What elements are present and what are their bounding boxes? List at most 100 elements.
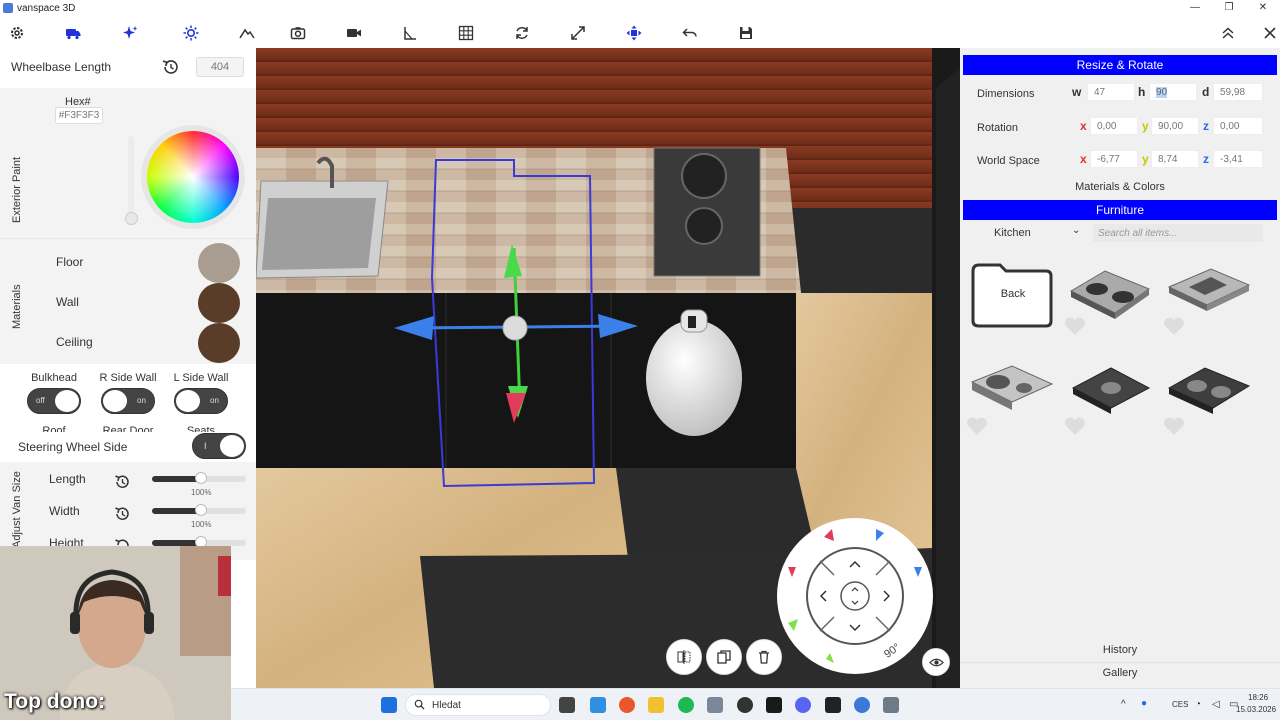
taskbar-search[interactable]: Hledat (405, 694, 551, 716)
gear-icon[interactable] (7, 23, 27, 43)
sun-icon[interactable] (181, 23, 201, 43)
sparkle-icon[interactable] (120, 23, 140, 43)
width-slider-knob[interactable] (194, 504, 207, 516)
exterior-paint-label: Exterior Paint (11, 156, 23, 223)
dim-w-input[interactable]: 47 (1087, 83, 1135, 101)
start-windows-icon[interactable] (381, 697, 397, 713)
rotation-label: Rotation (977, 122, 1018, 134)
mirror-button[interactable] (666, 639, 702, 675)
material-ceiling-row[interactable]: Ceiling (32, 323, 252, 363)
minimize-button[interactable]: — (1178, 0, 1212, 16)
davinci-icon[interactable] (737, 697, 753, 713)
rot-y-input[interactable]: 90,00 (1151, 117, 1199, 135)
3d-viewport[interactable]: 90° (256, 48, 960, 688)
world-x-input[interactable]: -6,77 (1090, 150, 1138, 168)
favorite-heart-icon[interactable] (1064, 316, 1086, 336)
tray-overflow-icon[interactable]: ^ (1121, 699, 1126, 710)
file-explorer-icon[interactable] (648, 697, 664, 713)
volume-icon[interactable]: ◁ (1212, 699, 1220, 710)
window-close-button[interactable]: ✕ (1246, 0, 1280, 16)
trash-icon (759, 650, 769, 664)
l-side-wall-toggle[interactable]: on (174, 388, 228, 414)
width-slider[interactable] (152, 504, 246, 516)
language-indicator[interactable]: CES (1172, 700, 1188, 709)
close-icon[interactable] (1260, 23, 1280, 43)
resize-rotate-header[interactable]: Resize & Rotate (963, 55, 1277, 75)
world-y-input[interactable]: 8,74 (1151, 150, 1199, 168)
van-icon[interactable] (63, 23, 83, 43)
grid-icon[interactable] (456, 23, 476, 43)
maximize-button[interactable]: ❐ (1212, 0, 1246, 16)
snipping-tool-icon[interactable] (590, 697, 606, 713)
material-ceiling-swatch[interactable] (198, 323, 240, 363)
width-reset-icon[interactable] (113, 505, 131, 526)
steering-wheel-toggle[interactable]: I (192, 433, 246, 459)
duplicate-button[interactable] (706, 639, 742, 675)
clock-date[interactable]: 15.03.2026 (1236, 705, 1276, 714)
app-icon[interactable] (883, 697, 899, 713)
favorite-heart-icon[interactable] (966, 416, 988, 436)
rot-x-input[interactable]: 0,00 (1090, 117, 1138, 135)
length-slider[interactable] (152, 472, 246, 484)
browser-icon[interactable] (854, 697, 870, 713)
brightness-slider-knob[interactable] (125, 212, 138, 225)
color-wheel[interactable] (147, 131, 239, 223)
history-link[interactable]: History (960, 644, 1280, 656)
visibility-button[interactable] (922, 648, 950, 676)
discord-icon[interactable] (795, 697, 811, 713)
collapse-up-icon[interactable] (1218, 23, 1238, 43)
microphone-icon[interactable]: ● (1141, 698, 1147, 709)
camera-icon[interactable] (288, 23, 308, 43)
wheelbase-input[interactable]: 404 (196, 57, 244, 77)
move-icon[interactable] (624, 23, 644, 43)
rot-z-input[interactable]: 0,00 (1213, 117, 1263, 135)
spotify-icon[interactable] (678, 697, 694, 713)
transform-pad[interactable]: 90° (774, 515, 936, 677)
favorite-heart-icon[interactable] (1163, 316, 1185, 336)
category-selected: Kitchen (994, 227, 1031, 239)
dimensions-label: Dimensions (977, 88, 1035, 100)
video-icon[interactable] (344, 23, 364, 43)
material-floor-swatch[interactable] (198, 243, 240, 283)
brightness-slider[interactable] (128, 136, 134, 216)
search-icon (414, 699, 425, 713)
material-wall-swatch[interactable] (198, 283, 240, 323)
length-slider-knob[interactable] (194, 472, 207, 484)
calculator-icon[interactable] (707, 697, 723, 713)
furniture-search-input[interactable]: Search all items... (1093, 224, 1263, 242)
bulkhead-toggle[interactable]: off (27, 388, 81, 414)
length-label: Length (49, 472, 86, 486)
dim-h-input[interactable]: 90 (1149, 83, 1197, 101)
rotate-icon[interactable] (512, 23, 532, 43)
dim-h-selected-text: 90 (1156, 86, 1168, 98)
steering-wheel-row: Steering Wheel Side I (0, 432, 256, 464)
dim-d-input[interactable]: 59,98 (1213, 83, 1263, 101)
favorite-heart-icon[interactable] (1163, 416, 1185, 436)
material-wall-row[interactable]: Wall (32, 283, 252, 323)
gallery-link[interactable]: Gallery (960, 667, 1280, 679)
reset-history-icon[interactable] (160, 58, 180, 76)
favorite-heart-icon[interactable] (1064, 416, 1086, 436)
ruler-angle-icon[interactable] (400, 23, 420, 43)
expand-icon[interactable] (568, 23, 588, 43)
save-icon[interactable] (736, 23, 756, 43)
clock-time[interactable]: 18:26 (1248, 693, 1268, 702)
world-z-input[interactable]: -3,41 (1213, 150, 1263, 168)
hex-input[interactable]: #F3F3F3 (55, 107, 103, 124)
firefox-icon[interactable] (619, 697, 635, 713)
length-reset-icon[interactable] (113, 473, 131, 494)
media-app-icon[interactable] (766, 697, 782, 713)
materials-colors-link[interactable]: Materials & Colors (960, 181, 1280, 193)
unity-icon[interactable] (825, 697, 841, 713)
wifi-icon[interactable]: ◔ (1195, 699, 1201, 710)
r-side-wall-toggle[interactable]: on (101, 388, 155, 414)
undo-icon[interactable] (680, 23, 700, 43)
material-floor-row[interactable]: Floor (32, 243, 252, 283)
task-view-icon[interactable] (559, 697, 575, 713)
category-dropdown[interactable]: Kitchen ⌄ (970, 224, 1082, 242)
back-folder-button[interactable]: Back (970, 261, 1056, 341)
furniture-header[interactable]: Furniture (963, 200, 1277, 220)
divider (960, 662, 1280, 663)
terrain-icon[interactable] (237, 23, 257, 43)
width-label: Width (49, 504, 80, 518)
